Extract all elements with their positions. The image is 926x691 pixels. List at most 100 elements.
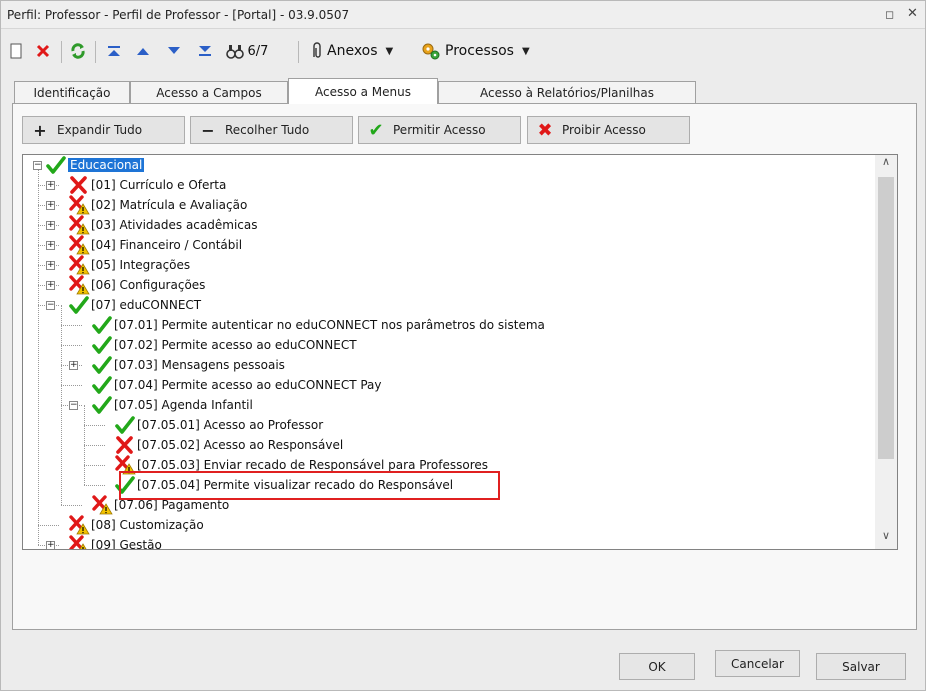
cancel-button[interactable]: Cancelar — [715, 650, 800, 677]
x-warning-icon — [69, 215, 90, 235]
expand-node-icon[interactable]: + — [46, 221, 55, 230]
x-icon: ✖ — [537, 119, 553, 141]
tree-node[interactable]: Educacional — [45, 155, 145, 175]
access-status — [68, 195, 90, 215]
tree-node[interactable]: [07.05] Agenda Infantil — [91, 395, 253, 415]
ok-button[interactable]: OK — [619, 653, 695, 680]
access-status — [68, 235, 90, 255]
access-status — [68, 535, 88, 549]
record-navigator[interactable]: 6/7 — [223, 38, 271, 64]
anexos-menu[interactable]: Anexos ▼ — [309, 38, 413, 64]
window-title: Perfil: Professor - Perfil de Professor … — [7, 8, 350, 22]
tree-node-label: [07.03] Mensagens pessoais — [114, 358, 285, 372]
first-record-button[interactable] — [103, 38, 125, 64]
refresh-button[interactable] — [65, 38, 91, 64]
tree-node-label: [07.01] Permite autenticar no eduCONNECT… — [114, 318, 545, 332]
chevron-down-icon: ▼ — [521, 45, 530, 57]
last-record-button[interactable] — [194, 38, 216, 64]
vertical-scrollbar[interactable]: ∧ ∨ — [875, 155, 897, 549]
collapse-all-button[interactable]: − Recolher Tudo — [190, 116, 353, 144]
collapse-node-icon[interactable]: − — [69, 401, 78, 410]
access-status — [114, 415, 135, 435]
check-icon — [115, 416, 135, 434]
tab-acesso-campos[interactable]: Acesso a Campos — [130, 81, 288, 103]
close-window-icon[interactable]: ✕ — [907, 6, 918, 21]
x-warning-icon — [69, 255, 90, 275]
tree-node[interactable]: [08] Customização — [68, 515, 204, 535]
tree-node-label: [09] Gestão — [91, 538, 162, 550]
scroll-up-icon[interactable]: ∧ — [875, 155, 897, 175]
tree-node[interactable]: [04] Financeiro / Contábil — [68, 235, 242, 255]
tree-node-label: [07.05.01] Acesso ao Professor — [137, 418, 324, 432]
expand-node-icon[interactable]: + — [46, 261, 55, 270]
expand-node-icon[interactable]: + — [46, 181, 55, 190]
x-warning-icon — [92, 495, 113, 515]
paperclip-icon — [313, 42, 321, 58]
save-button[interactable]: Salvar — [816, 653, 906, 680]
tree-node[interactable]: [03] Atividades acadêmicas — [68, 215, 258, 235]
tree-node-label: [06] Configurações — [91, 278, 206, 292]
tree-node-label: [07.05.02] Acesso ao Responsável — [137, 438, 344, 452]
tree-node[interactable]: [07.05.01] Acesso ao Professor — [114, 415, 323, 435]
tree-node-label: [03] Atividades acadêmicas — [91, 218, 258, 232]
new-document-icon — [10, 43, 22, 59]
new-record-button[interactable] — [5, 38, 27, 64]
tree-node[interactable]: [09] Gestão — [68, 535, 162, 550]
check-icon — [92, 336, 112, 354]
collapse-node-icon[interactable]: − — [33, 161, 42, 170]
check-icon — [92, 396, 112, 414]
delete-x-icon — [36, 44, 50, 58]
restore-icon[interactable]: ◻ — [885, 8, 894, 21]
check-icon — [92, 376, 112, 394]
tree-guide-line — [84, 425, 105, 426]
tree-node[interactable]: [02] Matrícula e Avaliação — [68, 195, 247, 215]
expand-all-button[interactable]: + Expandir Tudo — [22, 116, 185, 144]
scroll-thumb[interactable] — [878, 177, 894, 459]
tree-guide-line — [38, 525, 59, 526]
deny-access-label: Proibir Acesso — [562, 123, 646, 137]
tree-node-label: [07] eduCONNECT — [91, 298, 202, 312]
expand-node-icon[interactable]: + — [46, 281, 55, 290]
tree-node[interactable]: [07.02] Permite acesso ao eduCONNECT — [91, 335, 357, 355]
deny-access-button[interactable]: ✖ Proibir Acesso — [527, 116, 690, 144]
tree-node-label: [07.05] Agenda Infantil — [114, 398, 253, 412]
tree-node[interactable]: [07.04] Permite acesso ao eduCONNECT Pay — [91, 375, 382, 395]
tree-node[interactable]: [05] Integrações — [68, 255, 190, 275]
tree-node[interactable]: [07.05.02] Acesso ao Responsável — [114, 435, 343, 455]
tree-node-label: [08] Customização — [91, 518, 204, 532]
tree-node-label: [02] Matrícula e Avaliação — [91, 198, 248, 212]
tree-node[interactable]: [06] Configurações — [68, 275, 205, 295]
access-status — [91, 315, 112, 335]
tree-node[interactable]: [01] Currículo e Oferta — [68, 175, 226, 195]
expand-node-icon[interactable]: + — [46, 541, 55, 549]
next-record-button[interactable] — [163, 38, 185, 64]
toolbar-separator — [61, 41, 62, 63]
next-record-icon — [168, 47, 180, 54]
processos-menu[interactable]: Processos ▼ — [421, 38, 547, 64]
scroll-down-icon[interactable]: ∨ — [875, 529, 897, 549]
tree-node[interactable]: [07.01] Permite autenticar no eduCONNECT… — [91, 315, 545, 335]
record-counter: 6/7 — [247, 43, 269, 59]
access-status — [68, 275, 90, 295]
tree-node[interactable]: [07.03] Mensagens pessoais — [91, 355, 285, 375]
previous-record-button[interactable] — [132, 38, 154, 64]
access-status — [68, 175, 88, 195]
title-bar: Perfil: Professor - Perfil de Professor … — [1, 1, 925, 29]
chevron-down-icon: ▼ — [385, 45, 394, 57]
allow-access-button[interactable]: ✔ Permitir Acesso — [358, 116, 521, 144]
expand-node-icon[interactable]: + — [69, 361, 78, 370]
tab-acesso-relatorios[interactable]: Acesso à Relatórios/Planilhas — [438, 81, 696, 103]
gears-icon — [422, 43, 440, 60]
highlight-box — [119, 471, 500, 500]
tab-identificacao[interactable]: Identificação — [14, 81, 130, 103]
expand-node-icon[interactable]: + — [46, 201, 55, 210]
tree-node[interactable]: [07] eduCONNECT — [68, 295, 201, 315]
toolbar-separator — [95, 41, 96, 63]
profile-window: Perfil: Professor - Perfil de Professor … — [0, 0, 926, 691]
collapse-node-icon[interactable]: − — [46, 301, 55, 310]
tab-acesso-menus[interactable]: Acesso a Menus — [288, 78, 438, 104]
expand-node-icon[interactable]: + — [46, 241, 55, 250]
delete-record-button[interactable] — [31, 38, 55, 64]
check-icon: ✔ — [368, 119, 384, 141]
toolbar: 6/7 Anexos ▼ Processos ▼ — [1, 32, 925, 70]
